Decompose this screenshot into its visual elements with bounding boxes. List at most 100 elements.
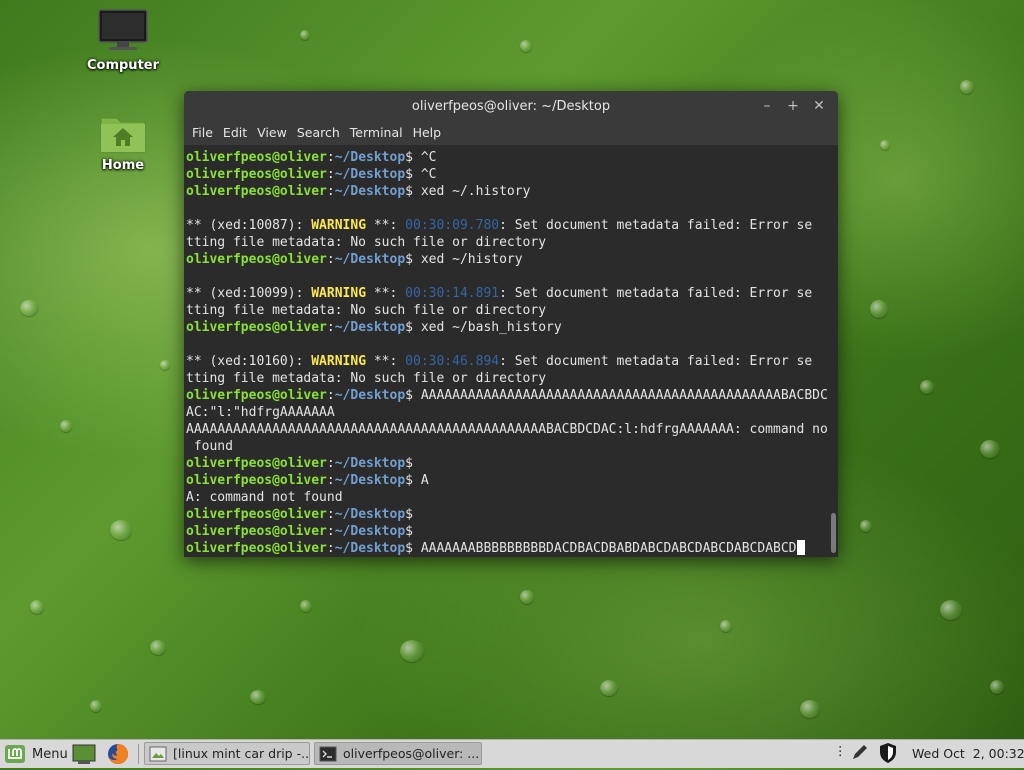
terminal-line: oliverfpeos@oliver:~/Desktop$ (186, 506, 828, 523)
desktop-icon-label: Computer (86, 58, 160, 73)
warning-message: : Set document metadata failed: Error se (499, 354, 813, 369)
clock[interactable]: Wed Oct 2, 00:32 (912, 746, 1024, 761)
terminal-line: oliverfpeos@oliver:~/Desktop$ AAAAAAABBB… (186, 540, 828, 557)
window-titlebar[interactable]: oliverfpeos@oliver: ~/Desktop – + ✕ (184, 91, 838, 121)
warning-label: WARNING (311, 286, 367, 301)
prompt-path: ~/Desktop (334, 388, 406, 403)
prompt-symbol: $ (405, 150, 421, 165)
terminal-line: oliverfpeos@oliver:~/Desktop$ xed ~/.his… (186, 183, 828, 200)
terminal-line: AAAAAAAAAAAAAAAAAAAAAAAAAAAAAAAAAAAAAAAA… (186, 421, 836, 438)
desktop-icon-home[interactable]: Home (78, 112, 168, 173)
warning-source: ** (xed:10087): (186, 218, 312, 233)
prompt-sep: : (326, 252, 335, 267)
terminal-icon (319, 746, 337, 761)
warning-label: WARNING (311, 218, 367, 233)
terminal-scrollbar[interactable] (828, 145, 838, 557)
warning-separator: **: (366, 286, 406, 301)
prompt-command: xed ~/bash_history (420, 320, 562, 335)
warning-timestamp: 00:30:46.894 (405, 354, 500, 369)
output-text: AAAAAAAAAAAAAAAAAAAAAAAAAAAAAAAAAAAAAAAA… (186, 422, 836, 437)
tray-update-manager[interactable] (878, 742, 898, 767)
prompt-path: ~/Desktop (334, 456, 406, 471)
tray-tools[interactable] (850, 742, 870, 765)
taskbar-item-terminal[interactable]: oliverfpeos@oliver: ... (314, 742, 482, 765)
prompt-symbol: $ (405, 167, 421, 182)
show-desktop-button[interactable] (72, 743, 96, 769)
scrollbar-thumb[interactable] (831, 513, 836, 553)
desktop-icon-computer[interactable]: Computer (78, 8, 168, 73)
terminal-line: ** (xed:10087): WARNING **: 00:30:09.780… (186, 217, 828, 234)
prompt-sep: : (326, 456, 335, 471)
shield-icon (880, 743, 896, 763)
output-text: A: command not found (186, 490, 343, 505)
taskbar-item-label: [linux mint car drip -... (173, 746, 310, 761)
prompt-sep: : (326, 507, 335, 522)
menu-search[interactable]: Search (293, 121, 346, 145)
prompt-user: oliverfpeos@oliver (186, 524, 327, 539)
prompt-sep: : (326, 320, 335, 335)
prompt-user: oliverfpeos@oliver (186, 150, 327, 165)
prompt-path: ~/Desktop (334, 320, 406, 335)
warning-source: ** (xed:10099): (186, 286, 312, 301)
prompt-user: oliverfpeos@oliver (186, 252, 327, 267)
home-folder-icon (100, 117, 146, 153)
prompt-command: xed ~/history (420, 252, 523, 267)
prompt-symbol: $ (405, 541, 421, 556)
prompt-user: oliverfpeos@oliver (186, 541, 327, 556)
prompt-user: oliverfpeos@oliver (186, 456, 327, 471)
warning-message: : Set document metadata failed: Error se (499, 286, 813, 301)
firefox-launcher[interactable] (106, 742, 130, 770)
output-text: tting file metadata: No such file or dir… (186, 303, 547, 318)
terminal-line: oliverfpeos@oliver:~/Desktop$ (186, 455, 828, 472)
terminal-output[interactable]: oliverfpeos@oliver:~/Desktop$ ^C oliverfp… (184, 145, 836, 557)
menu-label: Menu (32, 746, 68, 762)
output-text: tting file metadata: No such file or dir… (186, 235, 547, 250)
menu-button[interactable]: Menu (4, 742, 68, 766)
taskbar-item-image-viewer[interactable]: [linux mint car drip -... (144, 742, 310, 765)
maximize-button[interactable]: + (784, 97, 802, 115)
image-viewer-icon (149, 746, 167, 761)
terminal-line: oliverfpeos@oliver:~/Desktop$ ^C (186, 166, 828, 183)
panel-separator (138, 744, 139, 764)
prompt-symbol: $ (405, 388, 421, 403)
terminal-line: A: command not found (186, 489, 828, 506)
terminal-line: AC:"l:"hdfrgAAAAAAA (186, 404, 828, 421)
prompt-path: ~/Desktop (334, 167, 406, 182)
terminal-line: oliverfpeos@oliver:~/Desktop$ A (186, 472, 828, 489)
prompt-sep: : (326, 388, 335, 403)
terminal-window[interactable]: oliverfpeos@oliver: ~/Desktop – + ✕ File… (184, 91, 838, 557)
prompt-path: ~/Desktop (334, 541, 406, 556)
window-title: oliverfpeos@oliver: ~/Desktop (411, 99, 611, 114)
close-button[interactable]: ✕ (810, 97, 828, 115)
warning-separator: **: (366, 218, 406, 233)
prompt-sep: : (326, 184, 335, 199)
terminal-line: oliverfpeos@oliver:~/Desktop$ xed ~/bash… (186, 319, 828, 336)
terminal-line: tting file metadata: No such file or dir… (186, 302, 828, 319)
terminal-line: tting file metadata: No such file or dir… (186, 370, 828, 387)
mint-logo-icon (5, 745, 25, 763)
panel-handle-icon[interactable]: ⋮ (834, 743, 847, 758)
prompt-sep: : (326, 541, 335, 556)
warning-timestamp: 00:30:09.780 (405, 218, 500, 233)
prompt-command: A (420, 473, 429, 488)
menu-help[interactable]: Help (409, 121, 448, 145)
terminal-line: oliverfpeos@oliver:~/Desktop$ AAAAAAAAAA… (186, 387, 836, 404)
terminal-line: ** (xed:10099): WARNING **: 00:30:14.891… (186, 285, 828, 302)
output-text: tting file metadata: No such file or dir… (186, 371, 547, 386)
menu-view[interactable]: View (253, 121, 293, 145)
terminal-menubar: File Edit View Search Terminal Help (184, 121, 838, 145)
prompt-user: oliverfpeos@oliver (186, 473, 327, 488)
pencil-icon (853, 745, 867, 759)
warning-separator: **: (366, 354, 406, 369)
prompt-user: oliverfpeos@oliver (186, 388, 327, 403)
menu-terminal[interactable]: Terminal (346, 121, 409, 145)
firefox-icon (108, 743, 129, 764)
prompt-command: xed ~/.history (420, 184, 531, 199)
prompt-symbol: $ (405, 473, 421, 488)
menu-file[interactable]: File (188, 121, 219, 145)
menu-edit[interactable]: Edit (219, 121, 253, 145)
prompt-command: AAAAAAABBBBBBBBBDACDBACDBABDABCDABCDABCD… (420, 541, 797, 556)
minimize-button[interactable]: – (758, 97, 776, 115)
